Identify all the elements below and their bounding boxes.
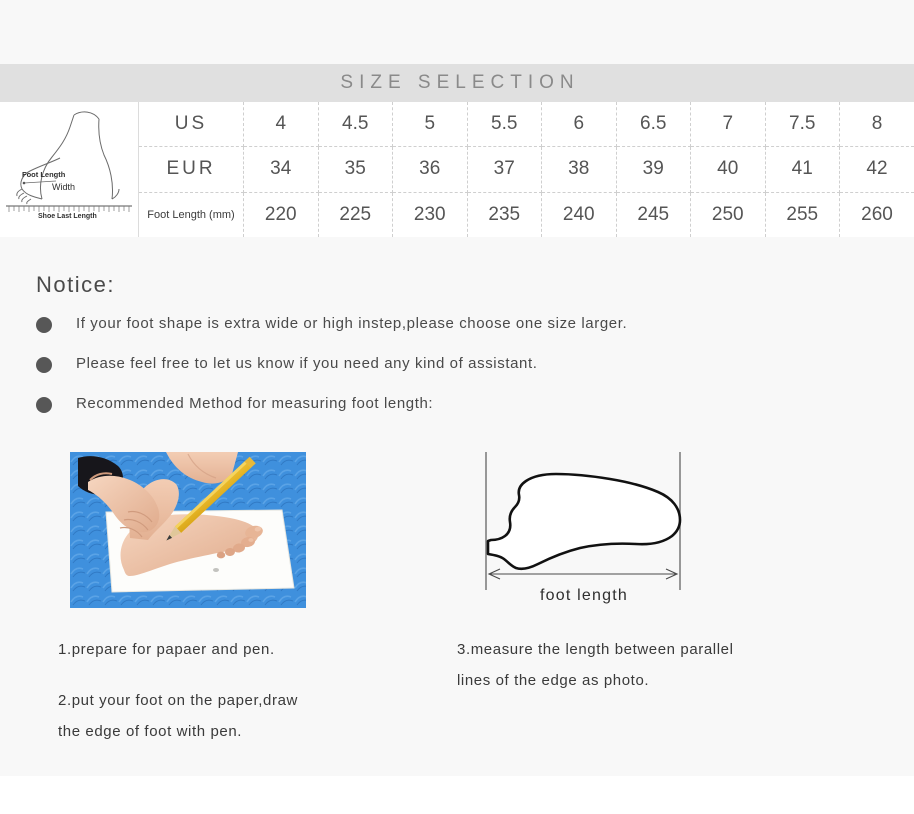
cell-us-1: 4.5: [318, 102, 393, 148]
diagram-shoe-last-length-label: Shoe Last Length: [38, 213, 97, 220]
row-label-us: US: [138, 102, 244, 148]
cell-eur-2: 36: [392, 146, 468, 193]
steps-left-column: 1.prepare for papaer and pen. 2.put your…: [58, 634, 438, 747]
notice-item: Please feel free to let us know if you n…: [36, 355, 886, 373]
bullet-icon: [36, 357, 52, 373]
cell-fl-8: 260: [839, 192, 914, 237]
notice-item: If your foot shape is extra wide or high…: [36, 315, 886, 333]
cell-fl-7: 255: [765, 192, 840, 237]
cell-eur-7: 41: [765, 146, 840, 193]
cell-us-6: 7: [690, 102, 766, 148]
foot-length-measure-illustration: foot length: [468, 448, 700, 608]
cell-us-3: 5.5: [467, 102, 542, 148]
step-text: 1.prepare for papaer and pen.: [58, 641, 275, 658]
cell-us-2: 5: [392, 102, 468, 148]
cell-us-4: 6: [541, 102, 617, 148]
cell-eur-4: 38: [541, 146, 617, 193]
cell-eur-1: 35: [318, 146, 393, 193]
notice-item-text: Please feel free to let us know if you n…: [76, 355, 538, 372]
cell-fl-3: 235: [467, 192, 542, 237]
cell-eur-3: 37: [467, 146, 542, 193]
foot-anatomy-icon: Foot Length Width Shoe Last Length: [0, 102, 138, 236]
cell-fl-1: 225: [318, 192, 393, 237]
diagram-width-label: Width: [52, 182, 75, 192]
cell-fl-0: 220: [243, 192, 319, 237]
cell-us-5: 6.5: [616, 102, 691, 148]
cell-fl-4: 240: [541, 192, 617, 237]
cell-fl-6: 250: [690, 192, 766, 237]
foot-tracing-illustration: [70, 452, 306, 608]
notice-heading: Notice:: [36, 272, 115, 297]
cell-eur-5: 39: [616, 146, 691, 193]
cell-fl-5: 245: [616, 192, 691, 237]
bullet-icon: [36, 317, 52, 333]
cell-eur-6: 40: [690, 146, 766, 193]
size-selection-banner: SIZE SELECTION: [0, 64, 914, 102]
size-selection-page: SIZE SELECTION Foot Length Width Shoe La…: [0, 0, 914, 814]
step-text: 2.put your foot on the paper,draw the ed…: [58, 692, 298, 740]
bullet-icon: [36, 397, 52, 413]
steps-right-column: 3.measure the length between parallel li…: [457, 634, 857, 696]
foot-tracing-photo: [70, 452, 306, 608]
content-panel: SIZE SELECTION Foot Length Width Shoe La…: [0, 0, 914, 776]
table-row-us: Foot Length Width Shoe Last Length US 4 …: [0, 102, 914, 237]
cell-us-0: 4: [243, 102, 319, 148]
size-table-container: Foot Length Width Shoe Last Length US 4 …: [0, 102, 914, 237]
diagram-foot-length-label: Foot Length: [22, 170, 66, 179]
foot-measurement-diagram-cell: Foot Length Width Shoe Last Length: [0, 102, 139, 237]
cell-eur-0: 34: [243, 146, 319, 193]
banner-title: SIZE SELECTION: [340, 72, 580, 93]
size-table: Foot Length Width Shoe Last Length US 4 …: [0, 102, 914, 237]
step-text: 3.measure the length between parallel li…: [457, 641, 734, 689]
cell-eur-8: 42: [839, 146, 914, 193]
notice-item: Recommended Method for measuring foot le…: [36, 395, 886, 413]
foot-length-caption: foot length: [540, 587, 628, 604]
notice-section: Notice: If your foot shape is extra wide…: [36, 272, 886, 436]
row-label-foot-length: Foot Length (mm): [138, 192, 244, 237]
foot-outline-diagram: foot length: [468, 448, 700, 608]
cell-us-7: 7.5: [765, 102, 840, 148]
cell-us-8: 8: [839, 102, 914, 148]
notice-item-text: If your foot shape is extra wide or high…: [76, 315, 628, 332]
notice-item-text: Recommended Method for measuring foot le…: [76, 395, 434, 412]
step-spacer: [58, 665, 438, 685]
row-label-eur: EUR: [138, 146, 244, 193]
cell-fl-2: 230: [392, 192, 468, 237]
